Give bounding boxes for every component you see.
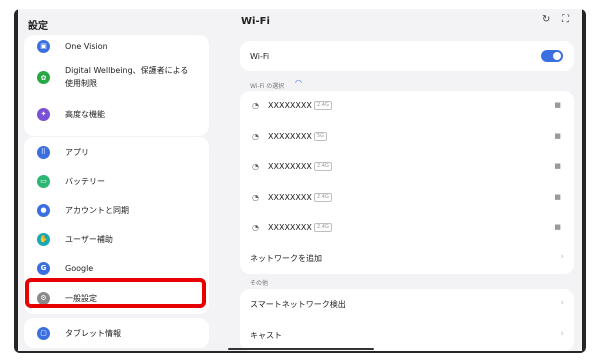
sidebar-item-apps[interactable]: ⠿ アプリ <box>24 144 209 160</box>
cast-label: キャスト <box>250 331 282 340</box>
sidebar-card-top: ▣ One Vision ✿ Digital Wellbeing、保護者による … <box>24 35 209 136</box>
chevron-right-icon: › <box>560 298 564 308</box>
network-band-badge: 2.4G <box>314 223 332 232</box>
wifi-select-label: Wi-Fi の選択 <box>250 83 285 90</box>
sidebar-card-bottom: ▢ タブレット情報 <box>24 318 209 348</box>
sidebar-item-accessibility[interactable]: ✋ ユーザー補助 <box>24 231 209 247</box>
network-ssid: XXXXXXXX <box>268 101 312 110</box>
one-vision-icon: ▣ <box>37 39 50 53</box>
account-icon: ● <box>37 203 50 217</box>
apps-icon: ⠿ <box>37 145 50 159</box>
chevron-right-icon: › <box>560 252 564 262</box>
lock-icon: ■ <box>554 223 561 231</box>
network-band-badge: 2.4G <box>314 162 332 171</box>
wifi-signal-icon: ◔ <box>252 132 259 141</box>
advanced-features-icon: ✦ <box>37 107 50 121</box>
toggle-knob <box>553 52 561 60</box>
sidebar-item-tablet-info[interactable]: ▢ タブレット情報 <box>24 325 209 341</box>
lock-icon: ■ <box>554 101 561 109</box>
sidebar-item-label: Google <box>65 263 94 273</box>
sidebar-item-label: ユーザー補助 <box>65 234 113 244</box>
network-row[interactable]: ◔ XXXXXXXX 2.4G ■ <box>240 158 574 178</box>
sidebar-item-google[interactable]: G Google <box>24 260 209 276</box>
network-ssid: XXXXXXXX <box>268 132 312 141</box>
settings-screen: 設定 ▣ One Vision ✿ Digital Wellbeing、保護者に… <box>18 9 582 351</box>
wifi-signal-icon: ◔ <box>252 162 259 171</box>
add-network-label: ネットワークを追加 <box>250 254 322 263</box>
sidebar-item-battery[interactable]: ▭ バッテリー <box>24 173 209 189</box>
scan-icon[interactable]: ⛶ <box>562 14 569 25</box>
tablet-info-icon: ▢ <box>37 326 50 340</box>
network-band-badge: 2.4G <box>314 193 332 202</box>
sidebar-item-label: アプリ <box>65 147 89 157</box>
cast-row[interactable]: キャスト › <box>240 326 574 346</box>
settings-sidebar: 設定 ▣ One Vision ✿ Digital Wellbeing、保護者に… <box>18 9 213 351</box>
digital-wellbeing-icon: ✿ <box>37 71 50 84</box>
accessibility-icon: ✋ <box>37 232 50 246</box>
network-ssid: XXXXXXXX <box>268 223 312 232</box>
sidebar-item-account-sync[interactable]: ● アカウントと同期 <box>24 202 209 218</box>
sidebar-item-label: Digital Wellbeing、保護者による <box>65 66 189 75</box>
sidebar-item-label-line2: 使用制限 <box>65 79 97 88</box>
sidebar-item-advanced-features[interactable]: ✦ 高度な機能 <box>24 106 209 122</box>
other-section-label: その他 <box>250 280 269 287</box>
sidebar-item-label: アカウントと同期 <box>65 205 129 215</box>
network-band-badge: 5G <box>314 132 328 141</box>
sidebar-item-digital-wellbeing[interactable]: ✿ Digital Wellbeing、保護者による 使用制限 <box>24 63 209 91</box>
highlight-frame <box>25 278 206 308</box>
lock-icon: ■ <box>554 193 561 201</box>
sidebar-item-label: バッテリー <box>65 176 105 186</box>
network-row[interactable]: ◔ XXXXXXXX 5G ■ <box>240 128 574 148</box>
lock-icon: ■ <box>554 162 561 170</box>
wifi-toggle-card: Wi-Fi <box>240 41 574 71</box>
other-card: スマートネットワーク検出 › キャスト › <box>240 289 574 351</box>
wifi-page-title: Wi-Fi <box>241 16 270 27</box>
smart-network-detection-label: スマートネットワーク検出 <box>250 300 346 309</box>
wifi-panel: Wi-Fi ↻ ⛶ Wi-Fi Wi-Fi の選択 ◠ ◔ XXXXXXXX 2… <box>218 9 582 351</box>
home-indicator[interactable] <box>228 348 374 350</box>
page-title: 設定 <box>28 21 48 32</box>
network-band-badge: 2.4G <box>314 101 332 110</box>
network-row[interactable]: ◔ XXXXXXXX 2.4G ■ <box>240 219 574 239</box>
wifi-signal-icon: ◔ <box>252 193 259 202</box>
sidebar-item-one-vision[interactable]: ▣ One Vision <box>24 39 209 53</box>
add-network-row[interactable]: ネットワークを追加 › <box>240 249 574 269</box>
wifi-toggle-label: Wi-Fi <box>250 52 270 61</box>
chevron-right-icon: › <box>560 329 564 339</box>
network-row[interactable]: ◔ XXXXXXXX 2.4G ■ <box>240 97 574 117</box>
smart-network-detection-row[interactable]: スマートネットワーク検出 › <box>240 295 574 315</box>
google-icon: G <box>37 261 50 275</box>
loading-spinner-icon: ◠ <box>295 78 302 87</box>
wifi-toggle[interactable] <box>541 50 563 62</box>
lock-icon: ■ <box>554 132 561 140</box>
wifi-signal-icon: ◔ <box>252 223 259 232</box>
refresh-icon[interactable]: ↻ <box>542 14 550 25</box>
network-ssid: XXXXXXXX <box>268 193 312 202</box>
battery-icon: ▭ <box>37 174 50 188</box>
wifi-signal-icon: ◔ <box>252 101 259 110</box>
network-row[interactable]: ◔ XXXXXXXX 2.4G ■ <box>240 189 574 209</box>
sidebar-item-label: One Vision <box>65 41 108 51</box>
sidebar-item-label: 高度な機能 <box>65 109 105 119</box>
sidebar-item-label: タブレット情報 <box>65 328 121 338</box>
wifi-networks-card: ◔ XXXXXXXX 2.4G ■ ◔ XXXXXXXX 5G ■ ◔ XXXX… <box>240 91 574 274</box>
network-ssid: XXXXXXXX <box>268 162 312 171</box>
